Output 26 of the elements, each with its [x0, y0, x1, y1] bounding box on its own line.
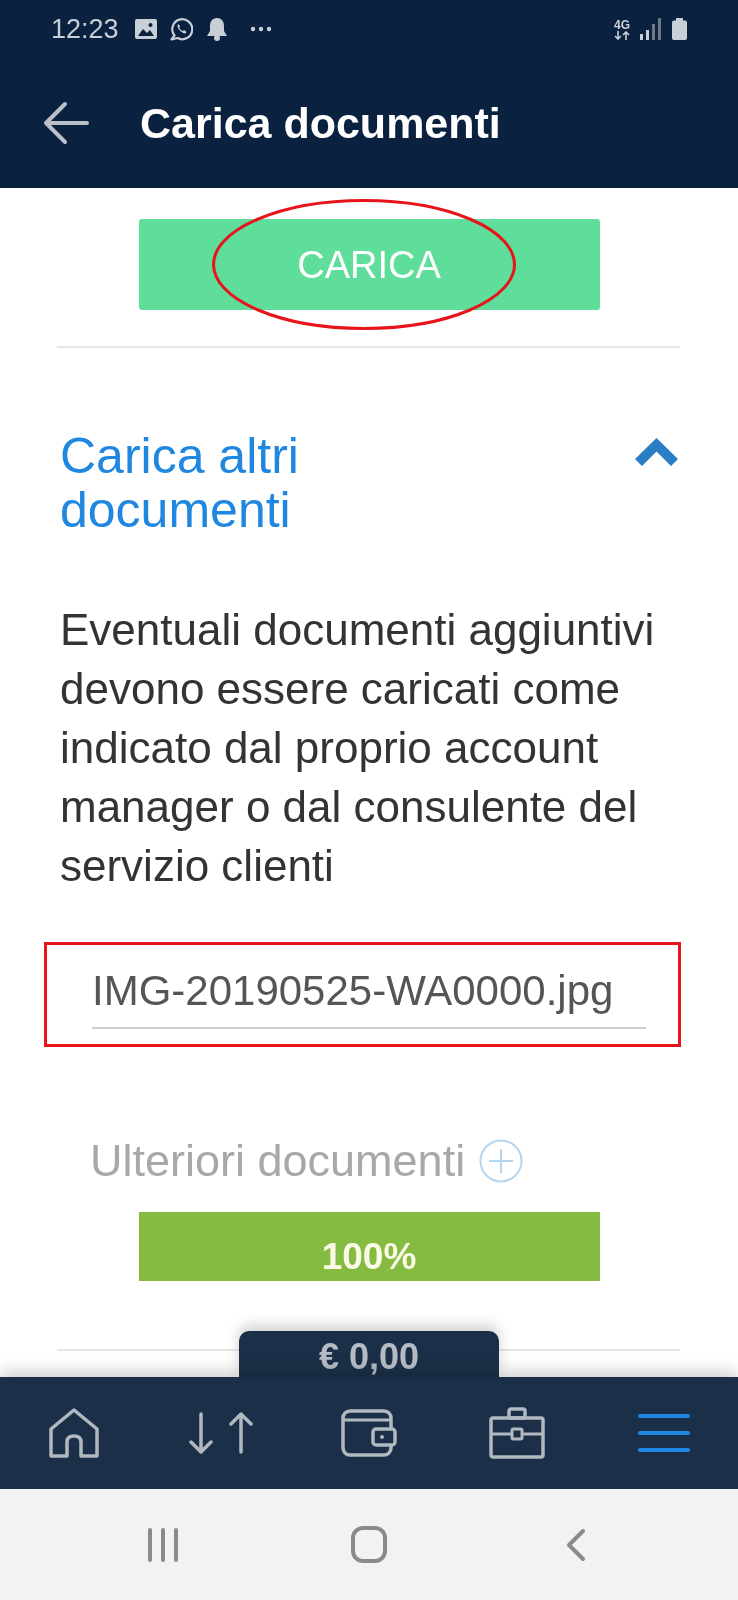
status-time: 12:23	[51, 13, 119, 45]
description-text: Eventuali documenti aggiuntivi devono essere caricati come indicato dal proprio account manager o dal consulente del servizio clienti	[60, 604, 656, 892]
system-home-icon[interactable]	[351, 1526, 387, 1563]
file-name-field[interactable]: IMG-20190525-WA0000.jpg	[92, 966, 646, 1029]
wallet-icon[interactable]	[341, 1409, 397, 1457]
back-arrow-icon[interactable]	[43, 101, 89, 145]
screen-title: Carica documenti	[140, 98, 501, 148]
signal-icon	[640, 18, 662, 40]
data-arrows-icon	[614, 30, 630, 40]
balance-display: € 0,00	[239, 1331, 499, 1377]
up-down-arrows-icon[interactable]	[187, 1412, 255, 1454]
bell-icon	[204, 17, 230, 41]
menu-icon[interactable]	[638, 1413, 691, 1453]
recents-icon[interactable]	[147, 1527, 179, 1562]
chevron-icon[interactable]	[635, 438, 678, 466]
gallery-icon	[134, 19, 157, 39]
section-heading: Carica altri documenti	[60, 429, 300, 537]
more-icon	[249, 26, 272, 32]
upload-button[interactable]: CARICA	[138, 219, 600, 310]
battery-icon	[672, 18, 687, 40]
network-type: 4G	[614, 18, 630, 31]
phone-bubble-icon	[168, 17, 193, 41]
briefcase-icon[interactable]	[488, 1407, 545, 1459]
progress-percentage: 100%	[321, 1235, 417, 1278]
house-icon[interactable]	[47, 1408, 100, 1458]
back-chevron-icon[interactable]	[564, 1527, 586, 1562]
